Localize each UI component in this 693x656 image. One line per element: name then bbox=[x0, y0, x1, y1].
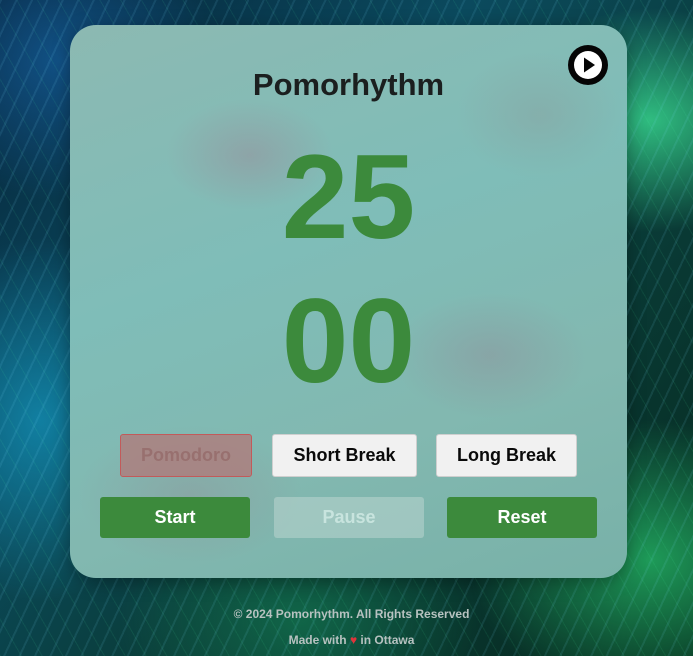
pause-button[interactable]: Pause bbox=[274, 497, 424, 538]
timer-minutes: 25 bbox=[281, 130, 416, 264]
footer-made-with: Made with ♥ in Ottawa bbox=[5, 633, 693, 647]
pomodoro-mode-button[interactable]: Pomodoro bbox=[120, 434, 252, 477]
heart-icon: ♥ bbox=[349, 633, 358, 647]
reset-button[interactable]: Reset bbox=[447, 497, 597, 538]
start-button[interactable]: Start bbox=[100, 497, 250, 538]
app-title: Pomorhythm bbox=[252, 67, 445, 102]
made-with-suffix: in Ottawa bbox=[360, 633, 415, 647]
timer-seconds: 00 bbox=[281, 274, 416, 408]
made-with-prefix: Made with bbox=[288, 633, 347, 647]
footer-copyright: © 2024 Pomorhythm. All Rights Reserved bbox=[233, 607, 470, 621]
long-break-mode-button[interactable]: Long Break bbox=[436, 434, 577, 477]
timer-card: Pomorhythm 25 00 Pomodoro Short Break Lo… bbox=[70, 25, 627, 578]
short-break-mode-button[interactable]: Short Break bbox=[272, 434, 417, 477]
